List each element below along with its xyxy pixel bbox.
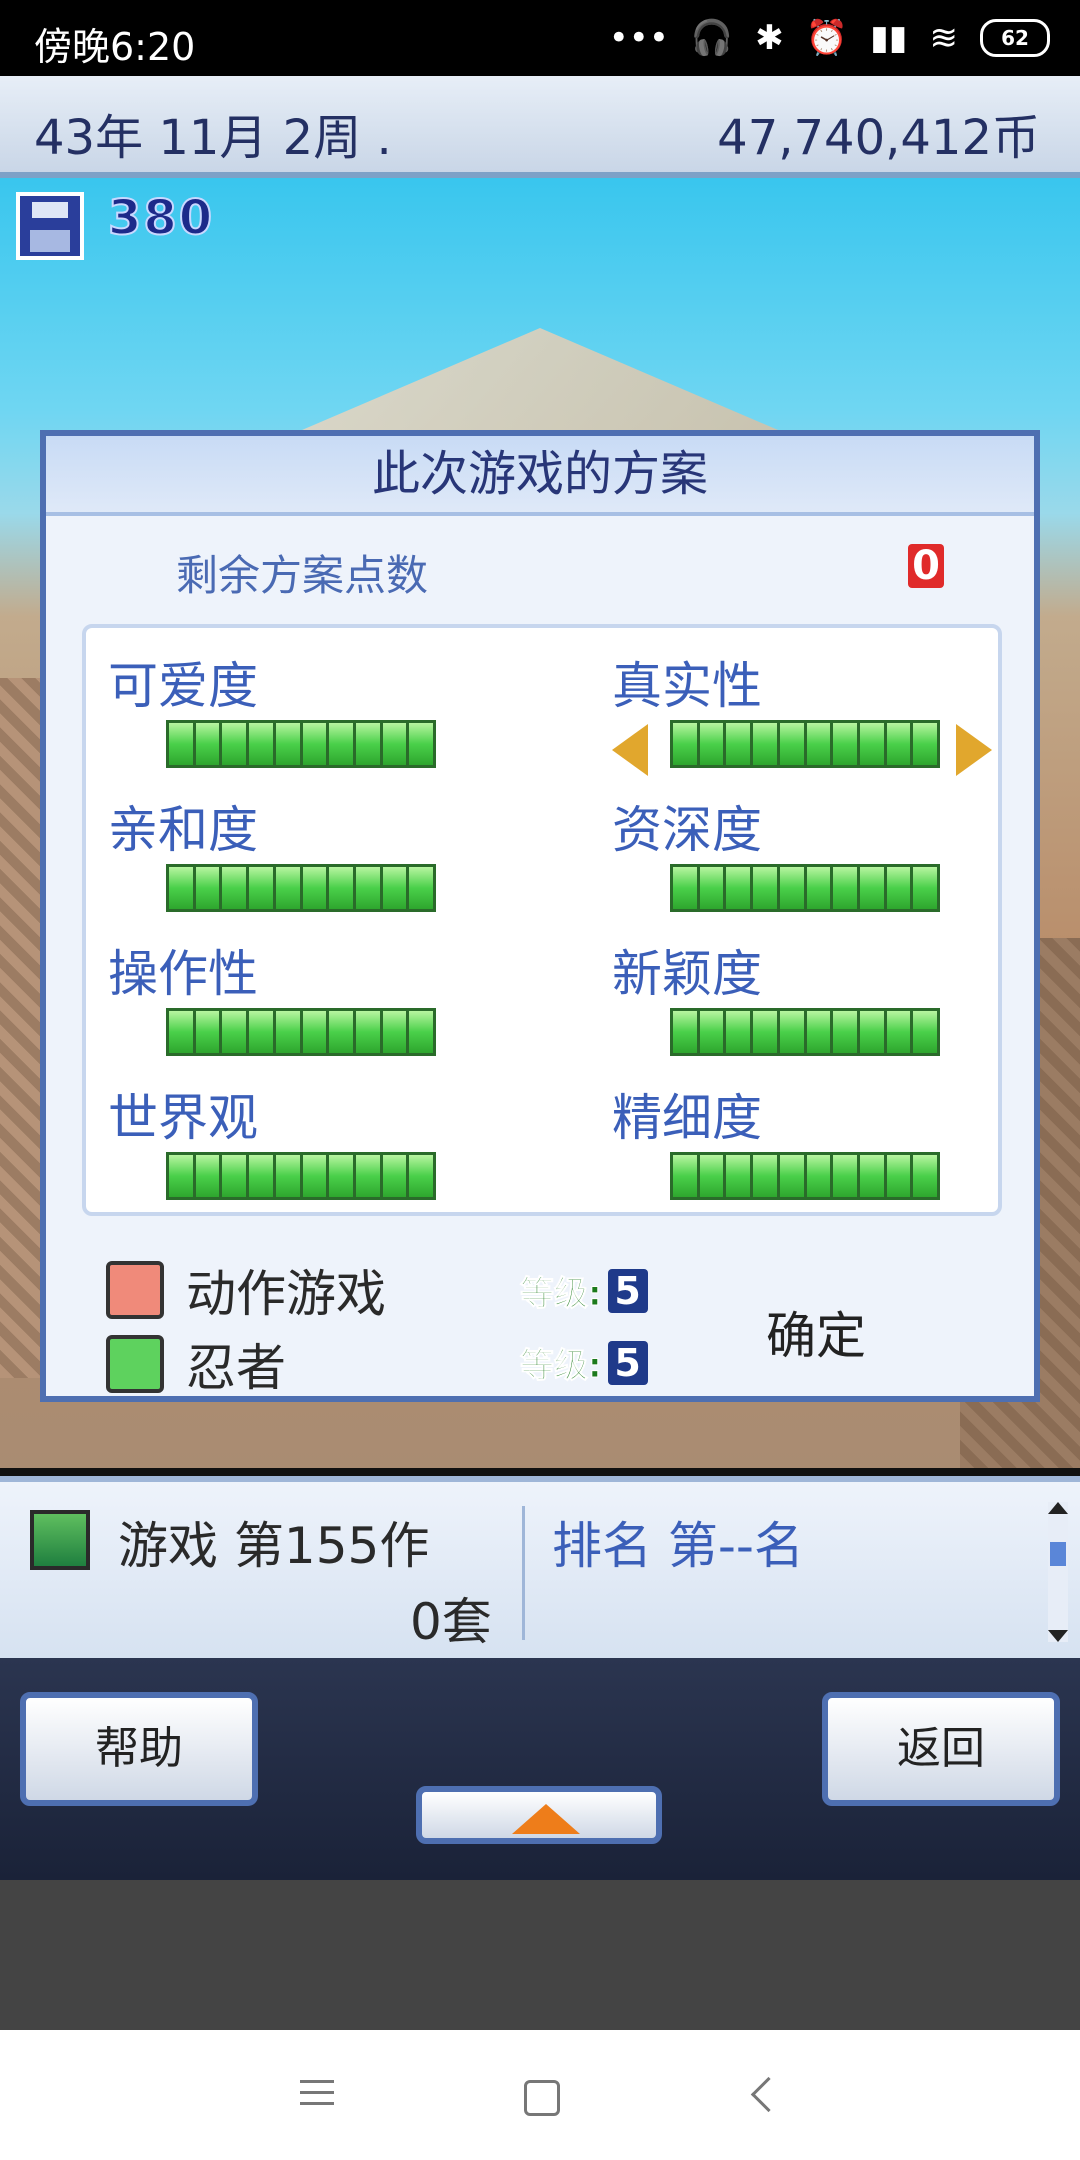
dialog-title: 此次游戏的方案 — [46, 436, 1034, 516]
attribute-affinity[interactable]: 亲和度 — [86, 780, 446, 912]
control-panel: 帮助 返回 — [0, 1658, 1080, 1880]
genre-row-ninja: 忍者 — [106, 1332, 286, 1397]
money-value: 47,740,412币 — [717, 110, 1040, 166]
game-date: 43年 11月 2周 . — [34, 110, 392, 166]
wifi-icon: ≋ — [929, 18, 959, 58]
signal-icon: ▮▮ — [870, 18, 908, 58]
genre-level: 等级: 5 — [520, 1338, 648, 1387]
decrease-arrow-icon[interactable] — [612, 724, 648, 776]
attribute-depth[interactable]: 资深度 — [590, 780, 950, 912]
game-rank: 排名 第--名 — [552, 1517, 804, 1575]
increase-arrow-icon[interactable] — [956, 724, 992, 776]
screen: 傍晚6:20 ••• 🎧 ✱ ⏰ ▮▮ ≋ 62 43年 11月 2周 . 47… — [0, 0, 1080, 2160]
genre-row-action: 动作游戏 — [106, 1258, 386, 1323]
attribute-label: 新颖度 — [612, 945, 762, 1003]
face-icon — [106, 1261, 164, 1319]
bluetooth-icon: ✱ — [755, 18, 784, 58]
menu-icon[interactable] — [300, 2080, 334, 2106]
status-bar: 傍晚6:20 ••• 🎧 ✱ ⏰ ▮▮ ≋ 62 — [0, 0, 1080, 76]
level-label: 等级: — [520, 1346, 603, 1387]
gem-icon — [106, 1335, 164, 1393]
attribute-bar[interactable] — [670, 1152, 940, 1200]
attribute-label: 资深度 — [612, 801, 762, 859]
game-cartridge-icon — [30, 1510, 90, 1570]
attribute-label: 精细度 — [612, 1089, 762, 1147]
divider — [522, 1506, 525, 1640]
grey-area — [0, 1880, 1080, 2030]
attribute-label: 真实性 — [612, 657, 762, 715]
up-arrow-icon — [512, 1804, 580, 1834]
more-icon: ••• — [608, 18, 669, 58]
attribute-bar[interactable] — [166, 1152, 436, 1200]
status-time: 傍晚6:20 — [34, 25, 196, 69]
game-info-bar: 游戏 第155作 0套 排名 第--名 — [0, 1476, 1080, 1664]
attribute-label: 操作性 — [108, 945, 258, 1003]
attribute-controls[interactable]: 操作性 — [86, 924, 446, 1056]
remaining-points-label: 剩余方案点数 — [176, 551, 429, 600]
help-button[interactable]: 帮助 — [20, 1692, 258, 1806]
attribute-label: 亲和度 — [108, 801, 258, 859]
info-scrollbar[interactable] — [1048, 1502, 1068, 1642]
scroll-thumb[interactable] — [1050, 1542, 1066, 1566]
genre-name: 动作游戏 — [186, 1265, 386, 1323]
save-count: 380 — [107, 189, 215, 247]
alarm-icon: ⏰ — [805, 18, 849, 58]
confirm-button[interactable]: 确定 — [766, 1296, 866, 1368]
status-icons: ••• 🎧 ✱ ⏰ ▮▮ ≋ 62 — [609, 14, 1050, 62]
attribute-bar[interactable] — [166, 1008, 436, 1056]
back-icon[interactable] — [750, 2076, 787, 2113]
expand-menu-button[interactable] — [416, 1786, 662, 1844]
attribute-realism[interactable]: 真实性 — [590, 636, 992, 776]
level-value: 5 — [607, 1268, 648, 1313]
genre-name: 忍者 — [186, 1339, 286, 1397]
floor-left — [0, 678, 40, 1378]
level-value: 5 — [607, 1340, 648, 1385]
remaining-points-value: 0 — [908, 544, 944, 588]
game-plan-dialog: 此次游戏的方案 剩余方案点数 0 可爱度 亲和度 操作性 世界观 真实性 资深度… — [40, 430, 1040, 1402]
attribute-worldview[interactable]: 世界观 — [86, 1068, 446, 1200]
attribute-bar[interactable] — [166, 720, 436, 768]
attribute-label: 世界观 — [108, 1089, 258, 1147]
battery-icon: 62 — [980, 19, 1050, 57]
scroll-up-icon[interactable] — [1048, 1502, 1068, 1514]
attribute-detail[interactable]: 精细度 — [590, 1068, 950, 1200]
scroll-down-icon[interactable] — [1048, 1630, 1068, 1642]
attributes-panel: 可爱度 亲和度 操作性 世界观 真实性 资深度 新颖度 精细度 — [82, 624, 1002, 1216]
system-nav-bar — [0, 2030, 1080, 2160]
battery-level: 62 — [1001, 26, 1029, 50]
attribute-bar[interactable] — [670, 1008, 940, 1056]
attribute-label: 可爱度 — [108, 657, 258, 715]
attribute-bar[interactable] — [166, 864, 436, 912]
floppy-disk-icon — [16, 192, 84, 260]
level-label: 等级: — [520, 1274, 603, 1315]
home-icon[interactable] — [524, 2080, 560, 2116]
attribute-novelty[interactable]: 新颖度 — [590, 924, 950, 1056]
attribute-bar[interactable] — [670, 720, 940, 768]
genre-level: 等级: 5 — [520, 1266, 648, 1315]
back-button[interactable]: 返回 — [822, 1692, 1060, 1806]
attribute-bar[interactable] — [670, 864, 940, 912]
game-title: 游戏 第155作 — [118, 1517, 430, 1575]
headset-icon: 🎧 — [690, 18, 734, 58]
game-sales: 0套 — [410, 1593, 492, 1651]
attribute-cuteness[interactable]: 可爱度 — [86, 636, 446, 768]
top-info-bar: 43年 11月 2周 . 47,740,412币 — [0, 76, 1080, 178]
